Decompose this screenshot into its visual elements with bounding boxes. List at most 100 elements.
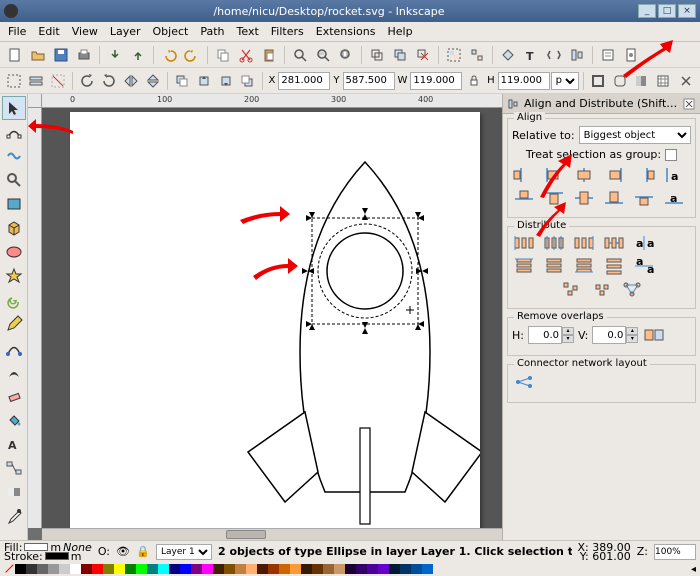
w-input[interactable] [410, 72, 462, 90]
color-swatch[interactable] [59, 564, 70, 574]
raise-button[interactable] [194, 70, 215, 92]
color-swatch[interactable] [169, 564, 180, 574]
color-swatch[interactable] [81, 564, 92, 574]
snap-toggle-button[interactable] [675, 70, 696, 92]
align-right-out-button[interactable] [632, 165, 656, 185]
zoom-fit-button[interactable] [289, 44, 311, 66]
color-swatch[interactable] [235, 564, 246, 574]
dist-unclump-button[interactable] [590, 279, 614, 299]
text-tool[interactable]: A [2, 432, 26, 456]
select-layers-button[interactable] [26, 70, 47, 92]
align-hcenter-button[interactable] [572, 165, 596, 185]
spin-up[interactable]: ▴ [626, 327, 638, 335]
undo-button[interactable] [158, 44, 180, 66]
prefs-button[interactable] [597, 44, 619, 66]
dist-graph-button[interactable] [620, 279, 644, 299]
dist-text-h-button[interactable]: aa [632, 233, 656, 253]
align-right-button[interactable] [602, 165, 626, 185]
layer-lock-icon[interactable]: 🔒 [136, 545, 150, 559]
dist-text-v-button[interactable]: aa [632, 256, 656, 276]
affect-pattern-button[interactable] [653, 70, 674, 92]
menu-edit[interactable]: Edit [32, 23, 65, 40]
zoom-input[interactable] [654, 544, 696, 560]
open-button[interactable] [27, 44, 49, 66]
zoom-page-button[interactable] [335, 44, 357, 66]
dist-right-button[interactable] [572, 233, 596, 253]
overlap-v-input[interactable] [592, 326, 626, 344]
color-swatch[interactable] [37, 564, 48, 574]
dist-top-button[interactable] [512, 256, 536, 276]
menu-layer[interactable]: Layer [104, 23, 147, 40]
pencil-tool[interactable] [2, 312, 26, 336]
select-all-button[interactable] [4, 70, 25, 92]
cut-button[interactable] [235, 44, 257, 66]
align-top-out-button[interactable] [512, 188, 536, 208]
affect-corners-button[interactable] [609, 70, 630, 92]
dist-left-button[interactable] [512, 233, 536, 253]
spin-up[interactable]: ▴ [562, 327, 574, 335]
color-swatch[interactable] [213, 564, 224, 574]
group-button[interactable] [443, 44, 465, 66]
color-swatch[interactable] [92, 564, 103, 574]
raise-top-button[interactable] [172, 70, 193, 92]
align-bottom-out-button[interactable] [632, 188, 656, 208]
tweak-tool[interactable] [2, 144, 26, 168]
unit-select[interactable]: px [551, 72, 579, 90]
lower-bottom-button[interactable] [237, 70, 258, 92]
lock-ratio-button[interactable] [463, 70, 484, 92]
xml-button[interactable] [543, 44, 565, 66]
palette-menu-button[interactable]: ◂ [691, 564, 696, 575]
eraser-tool[interactable] [2, 384, 26, 408]
layer-visibility-icon[interactable]: 👁 [116, 545, 130, 559]
menu-view[interactable]: View [66, 23, 104, 40]
text-dialog-button[interactable]: T [520, 44, 542, 66]
color-swatch[interactable] [323, 564, 334, 574]
color-swatch[interactable] [301, 564, 312, 574]
color-swatch[interactable] [389, 564, 400, 574]
unlink-clone-button[interactable] [412, 44, 434, 66]
color-swatch[interactable] [422, 564, 433, 574]
bezier-tool[interactable] [2, 336, 26, 360]
dist-randomize-button[interactable] [560, 279, 584, 299]
align-vcenter-button[interactable] [572, 188, 596, 208]
node-tool[interactable] [2, 120, 26, 144]
align-left-out-button[interactable] [512, 165, 536, 185]
align-text-base-button[interactable]: a [662, 188, 686, 208]
deselect-button[interactable] [47, 70, 68, 92]
dist-hgap-button[interactable] [602, 233, 626, 253]
dist-vcenter-button[interactable] [542, 256, 566, 276]
color-swatch[interactable] [26, 564, 37, 574]
rect-tool[interactable] [2, 192, 26, 216]
align-left-button[interactable] [542, 165, 566, 185]
stroke-swatch[interactable] [45, 552, 69, 560]
3dbox-tool[interactable] [2, 216, 26, 240]
align-text-left-button[interactable]: a [662, 165, 686, 185]
gradient-tool[interactable] [2, 480, 26, 504]
spiral-tool[interactable] [2, 288, 26, 312]
color-swatch[interactable] [147, 564, 158, 574]
scrollbar-thumb[interactable] [226, 530, 266, 539]
ellipse-tool[interactable] [2, 240, 26, 264]
color-swatch[interactable] [103, 564, 114, 574]
color-swatch[interactable] [334, 564, 345, 574]
calligraphy-tool[interactable] [2, 360, 26, 384]
color-swatch[interactable] [312, 564, 323, 574]
lower-button[interactable] [215, 70, 236, 92]
flip-v-button[interactable] [142, 70, 163, 92]
align-bottom-button[interactable] [602, 188, 626, 208]
remove-overlaps-button[interactable] [642, 325, 666, 345]
color-swatch[interactable] [191, 564, 202, 574]
color-swatch[interactable] [268, 564, 279, 574]
zoom-tool[interactable] [2, 168, 26, 192]
import-button[interactable] [104, 44, 126, 66]
minimize-button[interactable]: _ [638, 4, 656, 18]
color-swatch[interactable] [367, 564, 378, 574]
panel-close-button[interactable] [682, 97, 696, 111]
color-swatch[interactable] [202, 564, 213, 574]
menu-text[interactable]: Text [231, 23, 265, 40]
spin-down[interactable]: ▾ [626, 335, 638, 343]
affect-gradient-button[interactable] [631, 70, 652, 92]
spin-down[interactable]: ▾ [562, 335, 574, 343]
export-button[interactable] [127, 44, 149, 66]
close-button[interactable]: × [678, 4, 696, 18]
